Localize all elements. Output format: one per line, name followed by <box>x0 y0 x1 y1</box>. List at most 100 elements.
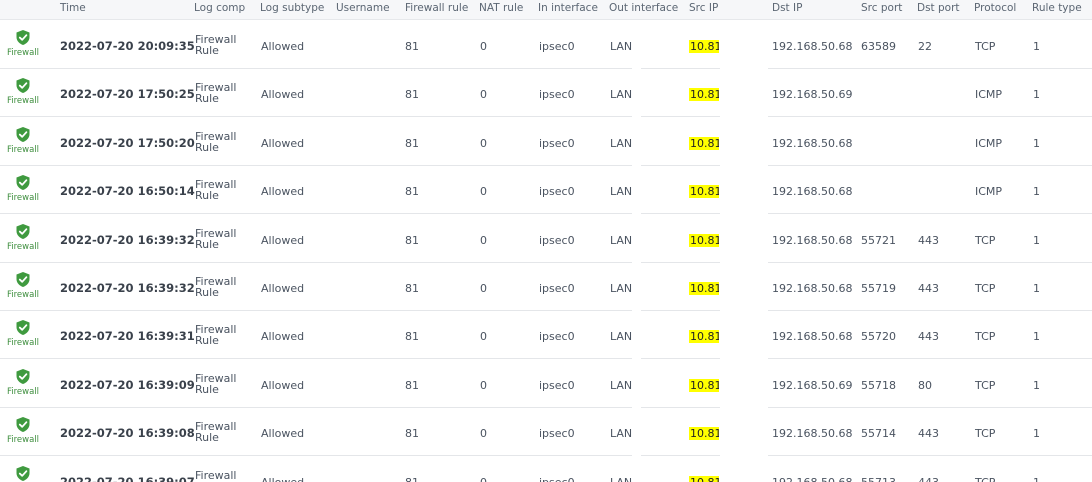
cell-out-interface: LAN_ <box>610 136 632 150</box>
cell-firewall-rule: 81 <box>405 282 419 295</box>
column-header-dst-ip[interactable]: Dst IP <box>772 2 802 14</box>
cell-out-interface: LAN_ <box>610 40 632 53</box>
shield-check-icon <box>4 174 42 191</box>
cell-protocol: TCP <box>975 476 995 482</box>
shield-check-icon <box>4 416 42 433</box>
column-gap <box>720 20 768 482</box>
cell-log-comp-line2: Rule <box>195 382 219 396</box>
cell-log-subtype: Allowed <box>261 476 304 482</box>
cell-src-ip: 10.81. <box>689 185 719 199</box>
table-row[interactable]: Firewall 2022-07-20 17:50:25 Firewall Rule A… <box>0 68 1092 118</box>
cell-dst-ip: 192.168.50.68 <box>772 40 853 53</box>
cell-time: 2022-07-20 16:39:09 <box>60 377 195 392</box>
cell-out-interface: LAN_ <box>610 233 632 247</box>
cell-nat-rule: 0 <box>480 427 487 441</box>
column-header-in-interface[interactable]: In interface <box>538 2 598 14</box>
column-header-dst-port[interactable]: Dst port <box>917 2 960 14</box>
cell-log-comp: FirewallRule <box>195 276 236 298</box>
firewall-badge: Firewall <box>4 368 42 397</box>
cell-out-interface: LAN_ <box>610 185 632 199</box>
column-header-log-subtype[interactable]: Log subtype <box>260 2 324 14</box>
cell-rule-type: 1 <box>1033 282 1040 295</box>
cell-src-port: 55721 <box>861 233 896 247</box>
badge-label: Firewall <box>6 290 40 300</box>
cell-time: 2022-07-20 16:39:07 <box>60 474 195 482</box>
cell-firewall-rule: 81 <box>405 40 419 53</box>
column-header-src-ip[interactable]: Src IP <box>689 2 718 14</box>
table-header: Time Log comp Log subtype Username Firew… <box>0 0 1092 20</box>
column-header-protocol[interactable]: Protocol <box>974 2 1016 14</box>
cell-src-port: 63589 <box>861 40 896 53</box>
column-header-time[interactable]: Time <box>60 2 86 14</box>
cell-time: 2022-07-20 16:39:32 <box>60 232 195 247</box>
cell-src-ip: 10.81. <box>689 427 719 441</box>
cell-dst-port: 443 <box>918 282 939 295</box>
shield-check-icon <box>4 271 42 288</box>
badge-label: Firewall <box>6 193 40 204</box>
shield-check-icon <box>4 77 42 94</box>
cell-in-interface: ipsec0 <box>539 427 575 441</box>
cell-log-subtype: Allowed <box>261 427 305 441</box>
cell-firewall-rule: 81 <box>405 136 419 150</box>
table-row[interactable]: Firewall 2022-07-20 17:50:20 Firewall Rule A… <box>0 117 1092 166</box>
cell-log-subtype: Allowed <box>261 330 305 344</box>
cell-src-port: 55714 <box>861 427 896 441</box>
cell-src-port: 55713 <box>861 476 896 482</box>
cell-dst-ip: 192.168.50.68 <box>772 185 853 199</box>
cell-protocol: TCP <box>975 330 996 344</box>
table-row[interactable]: Firewall 2022-07-20 16:39:31 Firewall Rule A… <box>0 310 1092 360</box>
column-header-nat-rule[interactable]: NAT rule <box>479 2 523 14</box>
badge-label: Firewall <box>6 48 40 58</box>
cell-in-interface: ipsec0 <box>539 233 575 247</box>
cell-out-interface: LAN_ <box>610 476 632 482</box>
cell-log-comp-line2: Rule <box>195 237 219 251</box>
table-row[interactable]: Firewall 2022-07-20 16:39:09 Firewall Rule A… <box>0 359 1092 408</box>
cell-protocol: TCP <box>975 40 996 53</box>
cell-in-interface: ipsec0 <box>539 185 575 199</box>
cell-log-comp: FirewallRule <box>195 373 236 395</box>
cell-protocol: TCP <box>975 427 996 441</box>
table-row[interactable]: Firewall 2022-07-20 16:39:32 Firewall Rule A… <box>0 214 1092 263</box>
cell-log-comp: FirewallRule <box>195 34 236 56</box>
cell-dst-ip: 192.168.50.69 <box>772 378 853 392</box>
cell-dst-port: 443 <box>918 330 939 344</box>
cell-out-interface: LAN_ <box>610 330 632 344</box>
firewall-badge: Firewall <box>4 77 42 106</box>
column-header-username[interactable]: Username <box>336 2 390 14</box>
cell-rule-type: 1 <box>1033 378 1040 392</box>
cell-log-comp-line2: Rule <box>195 334 219 348</box>
cell-nat-rule: 0 <box>480 330 487 344</box>
cell-log-comp: FirewallRule <box>195 421 236 443</box>
column-header-rule-type[interactable]: Rule type <box>1032 2 1082 14</box>
cell-firewall-rule: 81 <box>405 476 419 482</box>
cell-log-subtype: Allowed <box>261 282 305 295</box>
column-header-log-comp[interactable]: Log comp <box>194 2 245 14</box>
cell-log-subtype: Allowed <box>261 233 305 247</box>
cell-nat-rule: 0 <box>480 378 487 392</box>
cell-log-comp-line2: Rule <box>195 189 219 203</box>
cell-log-comp-line2: Rule <box>195 286 219 299</box>
cell-log-subtype: Allowed <box>261 136 305 150</box>
table-row[interactable]: Firewall 2022-07-20 16:39:08 Firewall Rule A… <box>0 407 1092 457</box>
table-row[interactable]: Firewall 2022-07-20 20:09:35 Firewall Rule A… <box>0 20 1092 69</box>
table-row[interactable]: Firewall 2022-07-20 16:50:14 Firewall Rule A… <box>0 165 1092 215</box>
cell-nat-rule: 0 <box>480 40 487 53</box>
cell-rule-type: 1 <box>1033 476 1040 482</box>
cell-log-comp: FirewallRule <box>195 131 236 153</box>
cell-firewall-rule: 81 <box>405 378 419 392</box>
cell-src-ip: 10.81. <box>689 233 719 247</box>
firewall-badge: Firewall <box>4 174 42 203</box>
cell-firewall-rule: 81 <box>405 233 419 247</box>
column-gap <box>632 20 641 482</box>
column-header-src-port[interactable]: Src port <box>861 2 902 14</box>
cell-in-interface: ipsec0 <box>539 330 575 344</box>
cell-nat-rule: 0 <box>480 136 487 150</box>
firewall-badge: Firewall <box>4 271 42 300</box>
column-header-firewall-rule[interactable]: Firewall rule <box>405 2 468 14</box>
table-row[interactable]: Firewall 2022-07-20 16:39:07FirewallRule A… <box>0 456 1092 482</box>
cell-log-subtype: Allowed <box>261 378 305 392</box>
table-row[interactable]: Firewall 2022-07-20 16:39:32 Firewall Rule A… <box>0 262 1092 311</box>
cell-rule-type: 1 <box>1033 330 1040 344</box>
column-header-out-interface[interactable]: Out interface <box>609 2 678 14</box>
cell-time: 2022-07-20 16:39:31 <box>60 329 195 344</box>
